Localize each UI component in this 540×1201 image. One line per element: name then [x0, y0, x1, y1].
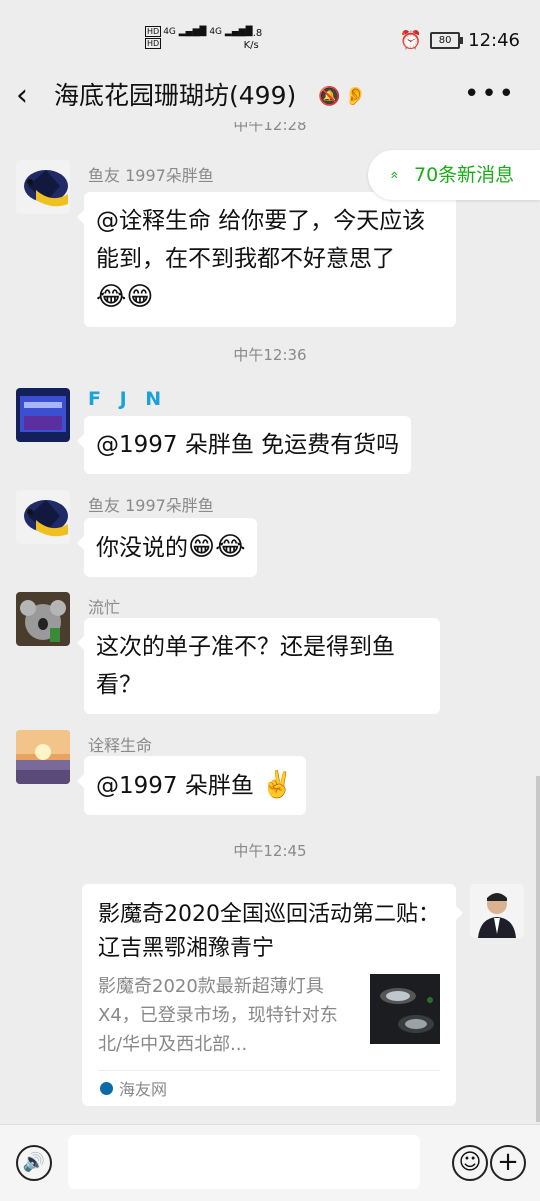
sender-name: F J N — [88, 388, 168, 410]
message-text: @1997 朵胖鱼 — [96, 773, 254, 799]
message-bubble[interactable]: @1997 朵胖鱼 免运费有货吗 — [76, 416, 412, 474]
emoji: ✌️ — [261, 770, 294, 800]
net-speed: 13.8 K/s — [240, 28, 262, 52]
hd-badge: HD — [145, 26, 162, 37]
mute-icon: 🔕 — [318, 86, 341, 107]
net-speed-unit: K/s — [243, 40, 259, 51]
chat-header: ‹ 海底花园珊瑚坊(499) 🔕 👂 ••• — [0, 76, 540, 122]
signal-icon: ▂▄▆█ — [178, 27, 207, 37]
timestamp: 中午12:28 — [233, 122, 307, 134]
input-bar: 🔊 ☺ + — [0, 1124, 540, 1201]
network-type-2: 4G — [209, 27, 223, 37]
timestamp: 中午12:36 — [233, 346, 307, 364]
card-source-label: 海友网 — [119, 1080, 168, 1099]
message-bubble[interactable]: 这次的单子准不？还是得到鱼看？ — [77, 618, 440, 714]
sender-name: 鱼友 1997朵胖鱼 — [88, 496, 214, 515]
card-divider — [98, 1070, 440, 1071]
chat-title: 海底花园珊瑚坊(499) — [54, 81, 297, 110]
message-text: 你没说的 — [96, 535, 188, 561]
message-input[interactable] — [68, 1135, 420, 1189]
link-card[interactable]: 影魔奇2020全国巡回活动第二贴： 辽吉黑鄂湘豫青宁 影魔奇2020款最新超薄灯… — [82, 884, 463, 1106]
card-thumbnail — [370, 974, 440, 1044]
plus-icon[interactable]: + — [490, 1145, 526, 1181]
voice-icon[interactable]: 🔊 — [16, 1145, 52, 1181]
source-logo-icon — [100, 1081, 113, 1095]
message-text: @诠释生命 给你要了，今天应该能到，在不到我都不好意思了 — [96, 208, 426, 272]
sender-name: 诠释生命 — [88, 736, 153, 755]
sender-name: 鱼友 1997朵胖鱼 — [88, 166, 214, 185]
status-bar: HD 4G ▂▄▆█ 4G ▂▄▆█ HD 13.8 K/s ⏰ 80 12:46 — [0, 0, 540, 76]
message-text: 这次的单子准不？还是得到鱼看？ — [96, 634, 395, 698]
new-messages-button[interactable]: » 70条新消息 — [368, 150, 540, 200]
hd-badge-2: HD — [145, 38, 162, 49]
net-speed-value: 13.8 — [240, 28, 263, 39]
scrollbar[interactable] — [536, 776, 540, 1122]
avatar[interactable] — [16, 388, 70, 442]
battery-icon: 80 — [430, 32, 464, 49]
avatar[interactable] — [16, 730, 70, 784]
card-title: 影魔奇2020全国巡回活动第二贴： 辽吉黑鄂湘豫青宁 — [98, 902, 440, 961]
network-indicator: HD 4G ▂▄▆█ 4G ▂▄▆█ HD — [145, 26, 253, 50]
double-chevron-up-icon: » — [386, 170, 403, 180]
sender-name: 流忙 — [88, 598, 121, 617]
new-messages-label: 70条新消息 — [414, 164, 515, 186]
avatar[interactable] — [16, 592, 70, 646]
message-bubble[interactable]: 你没说的😁😂 — [76, 518, 258, 577]
status-right: ⏰ 80 12:46 — [400, 30, 520, 51]
message-text: @1997 朵胖鱼 免运费有货吗 — [96, 432, 400, 458]
emoji: 😂😁 — [96, 282, 154, 312]
back-icon[interactable]: ‹ — [16, 76, 28, 116]
avatar[interactable] — [16, 160, 70, 214]
card-source: 海友网 — [100, 1076, 167, 1100]
earpiece-icon: 👂 — [344, 86, 367, 107]
more-options-icon[interactable]: ••• — [464, 76, 516, 112]
network-type: 4G — [163, 27, 176, 37]
emoji-icon[interactable]: ☺ — [452, 1145, 488, 1181]
card-description: 影魔奇2020款最新超薄灯具X4，已登录市场，现特针对东北/华中及西北部... — [98, 976, 338, 1055]
emoji: 😁😂 — [188, 532, 246, 562]
message-bubble[interactable]: @诠释生命 给你要了，今天应该能到，在不到我都不好意思了 😂😁 — [77, 192, 456, 327]
clock: 12:46 — [468, 30, 520, 51]
message-bubble[interactable]: @1997 朵胖鱼 ✌️ — [77, 756, 306, 815]
alarm-icon: ⏰ — [399, 30, 423, 51]
timestamp: 中午12:45 — [233, 842, 307, 860]
avatar[interactable] — [16, 490, 70, 544]
my-avatar[interactable] — [470, 884, 524, 938]
